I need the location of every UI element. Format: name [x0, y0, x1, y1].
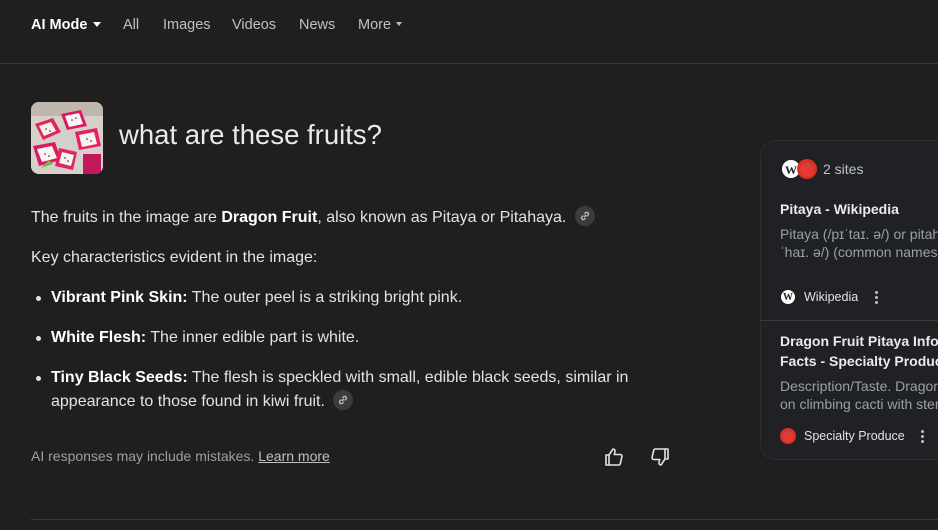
chevron-down-icon — [93, 21, 102, 27]
source-snippet: Pitaya (/pɪˈtaɪ. ə/) or pitahaya (/ˌpɪtə… — [780, 225, 938, 261]
sources-card: W 2 sites Pitaya - Wikipedia Pitaya (/pɪ… — [760, 140, 938, 460]
tab-videos-label: Videos — [232, 17, 277, 33]
source-title-line: Dragon Fruit Pitaya Information, — [780, 333, 938, 349]
bullet-term: Tiny Black Seeds: — [51, 369, 188, 386]
tab-images-label: Images — [163, 17, 211, 33]
list-item: Tiny Black Seeds: The flesh is speckled … — [31, 366, 651, 414]
source-footer-wikipedia: W Wikipedia — [780, 289, 938, 309]
bullet-term: White Flesh: — [51, 329, 147, 346]
ai-disclaimer: AI responses may include mistakes. Learn… — [31, 448, 330, 464]
learn-more-link[interactable]: Learn more — [258, 448, 330, 464]
source-snippet-line: on climbing cacti with stems — [780, 396, 938, 412]
tab-all[interactable]: All — [123, 17, 139, 33]
query-text: what are these fruits? — [119, 119, 382, 150]
tab-all-label: All — [123, 17, 140, 33]
source-snippet-line: Pitaya (/pɪˈtaɪ. ə/) or pitahaya (/ˌpɪtə — [780, 226, 938, 242]
tab-images[interactable]: Images — [163, 17, 211, 33]
more-options-button[interactable] — [870, 289, 882, 305]
tab-videos[interactable]: Videos — [232, 17, 276, 33]
section-divider — [31, 519, 938, 520]
tab-news[interactable]: News — [299, 17, 335, 33]
query-image-thumbnail[interactable] — [31, 102, 103, 174]
thumbs-down-icon — [651, 448, 669, 466]
answer-intro: The fruits in the image are Dragon Fruit… — [31, 205, 595, 230]
source-item-specialty-produce[interactable]: Dragon Fruit Pitaya Information, Facts -… — [780, 331, 938, 413]
answer-intro-bold: Dragon Fruit — [221, 209, 318, 226]
source-site-name: Specialty Produce — [804, 429, 905, 443]
source-title[interactable]: Pitaya - Wikipedia — [780, 199, 938, 219]
tab-more-label: More — [358, 17, 392, 33]
source-title-line: Facts - Specialty Produce — [780, 353, 938, 369]
citation-link-button[interactable] — [574, 205, 595, 226]
chevron-down-icon — [396, 22, 403, 27]
specialty-produce-icon — [797, 159, 817, 179]
bullet-text: The outer peel is a striking bright pink… — [187, 289, 463, 306]
sites-count: 2 sites — [823, 161, 864, 177]
top-nav: AI Mode All Images Videos News More — [0, 0, 938, 64]
source-title[interactable]: Dragon Fruit Pitaya Information, Facts -… — [780, 331, 938, 371]
source-snippet: Description/Taste. Dragon fruit grow on … — [780, 377, 938, 413]
tomato-icon — [782, 431, 794, 443]
thumbs-up-icon — [605, 448, 623, 466]
source-footer-specialty-produce: Specialty Produce — [780, 428, 938, 448]
source-item-wikipedia[interactable]: Pitaya - Wikipedia Pitaya (/pɪˈtaɪ. ə/) … — [780, 199, 938, 261]
source-snippet-line: Description/Taste. Dragon fruit grow — [780, 378, 938, 394]
thumbs-down-button[interactable] — [649, 446, 671, 468]
tab-news-label: News — [299, 17, 336, 33]
tab-ai-mode-label: AI Mode — [31, 17, 88, 33]
source-divider — [761, 320, 938, 321]
list-item: White Flesh: The inner edible part is wh… — [31, 326, 651, 350]
source-snippet-line: ˈhaɪ. ə/) (common names — [780, 244, 938, 260]
answer-intro-post: , also known as Pitaya or Pitahaya. — [317, 209, 567, 226]
tab-more[interactable]: More — [358, 17, 403, 33]
citation-link-button[interactable] — [333, 389, 354, 410]
tab-ai-mode[interactable]: AI Mode — [31, 17, 102, 33]
link-icon — [339, 395, 348, 405]
source-site-name: Wikipedia — [804, 290, 859, 304]
more-options-button[interactable] — [916, 428, 928, 444]
bullet-term: Vibrant Pink Skin: — [51, 289, 188, 306]
list-item: Vibrant Pink Skin: The outer peel is a s… — [31, 286, 651, 310]
dragon-fruit-photo — [31, 102, 103, 174]
tomato-icon — [800, 163, 814, 177]
bullet-text: The inner edible part is white. — [146, 329, 360, 346]
disclaimer-text: AI responses may include mistakes. — [31, 448, 255, 464]
specialty-produce-icon — [780, 428, 796, 444]
key-characteristics-heading: Key characteristics evident in the image… — [31, 249, 318, 266]
wikipedia-icon: W — [780, 289, 796, 305]
thumbs-up-button[interactable] — [603, 446, 625, 468]
link-icon — [580, 211, 589, 221]
characteristics-list: Vibrant Pink Skin: The outer peel is a s… — [31, 286, 651, 430]
answer-intro-pre: The fruits in the image are — [31, 209, 222, 226]
